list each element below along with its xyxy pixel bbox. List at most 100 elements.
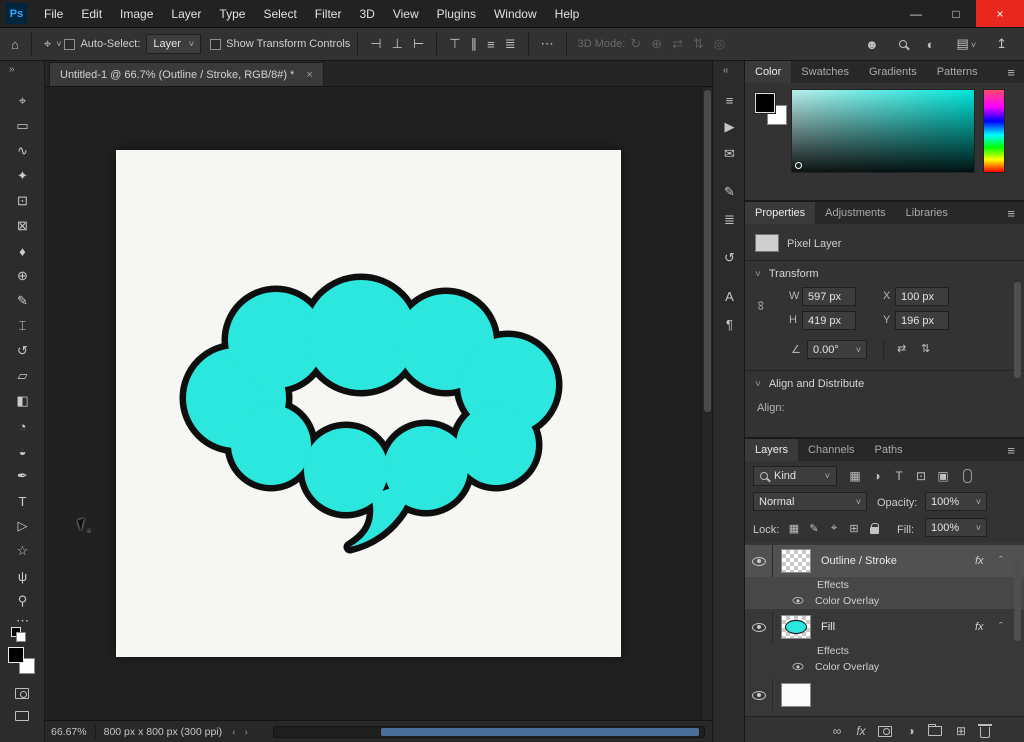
add-mask-icon[interactable]	[875, 717, 895, 742]
expand-toolbar-icon[interactable]: »	[9, 64, 15, 75]
healing-brush-tool[interactable]: ⊕	[0, 264, 45, 288]
comments-icon[interactable]: ✉	[713, 143, 746, 165]
visibility-cell[interactable]	[745, 679, 773, 711]
transform-section-header[interactable]: ˅ Transform	[755, 268, 819, 280]
menu-help[interactable]: Help	[546, 0, 589, 27]
path-select-tool[interactable]: ▷	[0, 514, 45, 538]
lock-position-icon[interactable]: ⌖	[825, 519, 843, 537]
move-tool[interactable]: ⌖	[0, 89, 45, 113]
quick-mask-icon[interactable]	[15, 688, 29, 699]
vertical-scrollbar[interactable]	[701, 87, 712, 720]
align-left-icon[interactable]: ⊣	[365, 36, 386, 52]
tool-presets-icon[interactable]: ✎	[713, 181, 746, 203]
layer-row-outline-stroke[interactable]: Outline / Stroke fx ˆ	[745, 545, 1024, 577]
frame-tool[interactable]: ⊠	[0, 214, 45, 238]
menu-select[interactable]: Select	[254, 0, 305, 27]
history-icon[interactable]: ↺	[713, 247, 746, 269]
y-input[interactable]: 196 px	[895, 311, 949, 330]
shape-tool[interactable]: ☆	[0, 539, 45, 563]
fill-input[interactable]: 100% ˅	[925, 518, 987, 537]
effects-row[interactable]: Effects	[745, 643, 1024, 659]
minimize-button[interactable]: —	[896, 0, 936, 27]
auto-select-dropdown[interactable]: Layer ˅	[146, 34, 201, 54]
angle-input[interactable]: 0.00° ˅	[807, 340, 867, 359]
filter-kind-dropdown[interactable]: Kind ˅	[753, 466, 837, 486]
search-icon[interactable]	[899, 40, 907, 48]
eye-icon[interactable]	[793, 663, 804, 670]
hue-slider[interactable]	[983, 89, 1005, 173]
layer-styles-icon[interactable]: fx	[851, 717, 871, 742]
lasso-tool[interactable]: ∿	[0, 139, 45, 163]
distribute-horizontal-icon[interactable]: ≣	[500, 36, 521, 52]
delete-layer-icon[interactable]	[975, 717, 995, 742]
align-top-icon[interactable]: ⊤	[444, 36, 465, 52]
layer-row-fill[interactable]: Fill fx ˆ	[745, 611, 1024, 643]
link-dimensions-icon[interactable]: ∞	[754, 301, 769, 310]
tab-channels[interactable]: Channels	[798, 439, 864, 461]
marquee-tool[interactable]: ▭	[0, 114, 45, 138]
flip-horizontal-icon[interactable]: ⇄	[897, 342, 906, 355]
actions-play-icon[interactable]: ▶	[713, 116, 746, 138]
default-colors-icon[interactable]	[11, 627, 25, 641]
character-panel-icon[interactable]: A	[713, 285, 746, 307]
document-tab[interactable]: Untitled-1 @ 66.7% (Outline / Stroke, RG…	[49, 62, 324, 86]
dodge-tool[interactable]: ◒	[0, 439, 45, 463]
share-icon[interactable]: ↥	[991, 36, 1012, 52]
menu-file[interactable]: File	[35, 0, 72, 27]
filter-adjustment-icon[interactable]: ◑	[867, 466, 887, 486]
layer-thumbnail[interactable]	[781, 683, 811, 707]
gradient-tool[interactable]: ◧	[0, 389, 45, 413]
tab-swatches[interactable]: Swatches	[791, 61, 859, 83]
tab-layers[interactable]: Layers	[745, 439, 798, 461]
menu-view[interactable]: View	[384, 0, 428, 27]
distribute-vertical-icon[interactable]: ∥	[466, 36, 483, 52]
panel-menu-icon[interactable]: ≡	[998, 61, 1024, 83]
filter-pixel-icon[interactable]: ▦	[845, 466, 865, 486]
menu-type[interactable]: Type	[210, 0, 254, 27]
lock-all-icon[interactable]	[865, 519, 883, 537]
close-button[interactable]: ×	[976, 0, 1024, 27]
collapse-effects-icon[interactable]: ˆ	[999, 611, 1003, 643]
effect-color-overlay-row[interactable]: Color Overlay	[745, 593, 1024, 609]
history-brush-tool[interactable]: ↺	[0, 339, 45, 363]
layer-thumbnail[interactable]	[781, 615, 811, 639]
width-input[interactable]: 597 px	[802, 287, 856, 306]
flip-vertical-icon[interactable]: ⇅	[921, 342, 930, 355]
eraser-tool[interactable]: ▱	[0, 364, 45, 388]
tab-libraries[interactable]: Libraries	[896, 202, 958, 224]
tab-gradients[interactable]: Gradients	[859, 61, 927, 83]
properties-scrollbar-thumb[interactable]	[1014, 282, 1021, 378]
distribute-middle-icon[interactable]: ≡	[482, 37, 500, 52]
eyedropper-tool[interactable]: ♦	[0, 239, 45, 263]
layer-row-background-partial[interactable]	[745, 679, 1024, 711]
x-input[interactable]: 100 px	[895, 287, 949, 306]
horizontal-scrollbar-thumb[interactable]	[381, 728, 699, 736]
filter-toggle-icon[interactable]	[963, 469, 972, 483]
lock-artboard-icon[interactable]: ⊞	[845, 519, 863, 537]
theme-toggle-icon[interactable]: ◐	[922, 37, 940, 52]
paragraph-panel-icon[interactable]: ¶	[713, 313, 746, 335]
color-field[interactable]	[791, 89, 975, 173]
document-canvas[interactable]	[116, 150, 621, 657]
maximize-button[interactable]: □	[936, 0, 976, 27]
layer-name[interactable]: Outline / Stroke	[821, 545, 897, 577]
visibility-cell[interactable]	[745, 545, 773, 577]
layer-fx-badge[interactable]: fx	[975, 611, 984, 643]
menu-image[interactable]: Image	[111, 0, 162, 27]
new-group-icon[interactable]	[925, 717, 945, 742]
visibility-cell[interactable]	[745, 611, 773, 643]
zoom-level-field[interactable]: 66.67%	[51, 726, 87, 738]
pen-tool[interactable]: ✒	[0, 464, 45, 488]
new-layer-icon[interactable]: ⊞	[951, 717, 971, 742]
opacity-input[interactable]: 100% ˅	[925, 492, 987, 511]
foreground-color-swatch[interactable]	[755, 93, 775, 113]
eye-icon[interactable]	[752, 623, 766, 632]
align-center-icon[interactable]: ⊥	[387, 36, 408, 52]
brush-tool[interactable]: ✎	[0, 289, 45, 313]
eye-icon[interactable]	[752, 557, 766, 566]
type-tool[interactable]: T	[0, 489, 45, 513]
filter-shape-icon[interactable]: ⊡	[911, 466, 931, 486]
foreground-color-swatch[interactable]	[8, 647, 24, 663]
tab-properties[interactable]: Properties	[745, 202, 815, 224]
layer-name[interactable]: Fill	[821, 611, 835, 643]
